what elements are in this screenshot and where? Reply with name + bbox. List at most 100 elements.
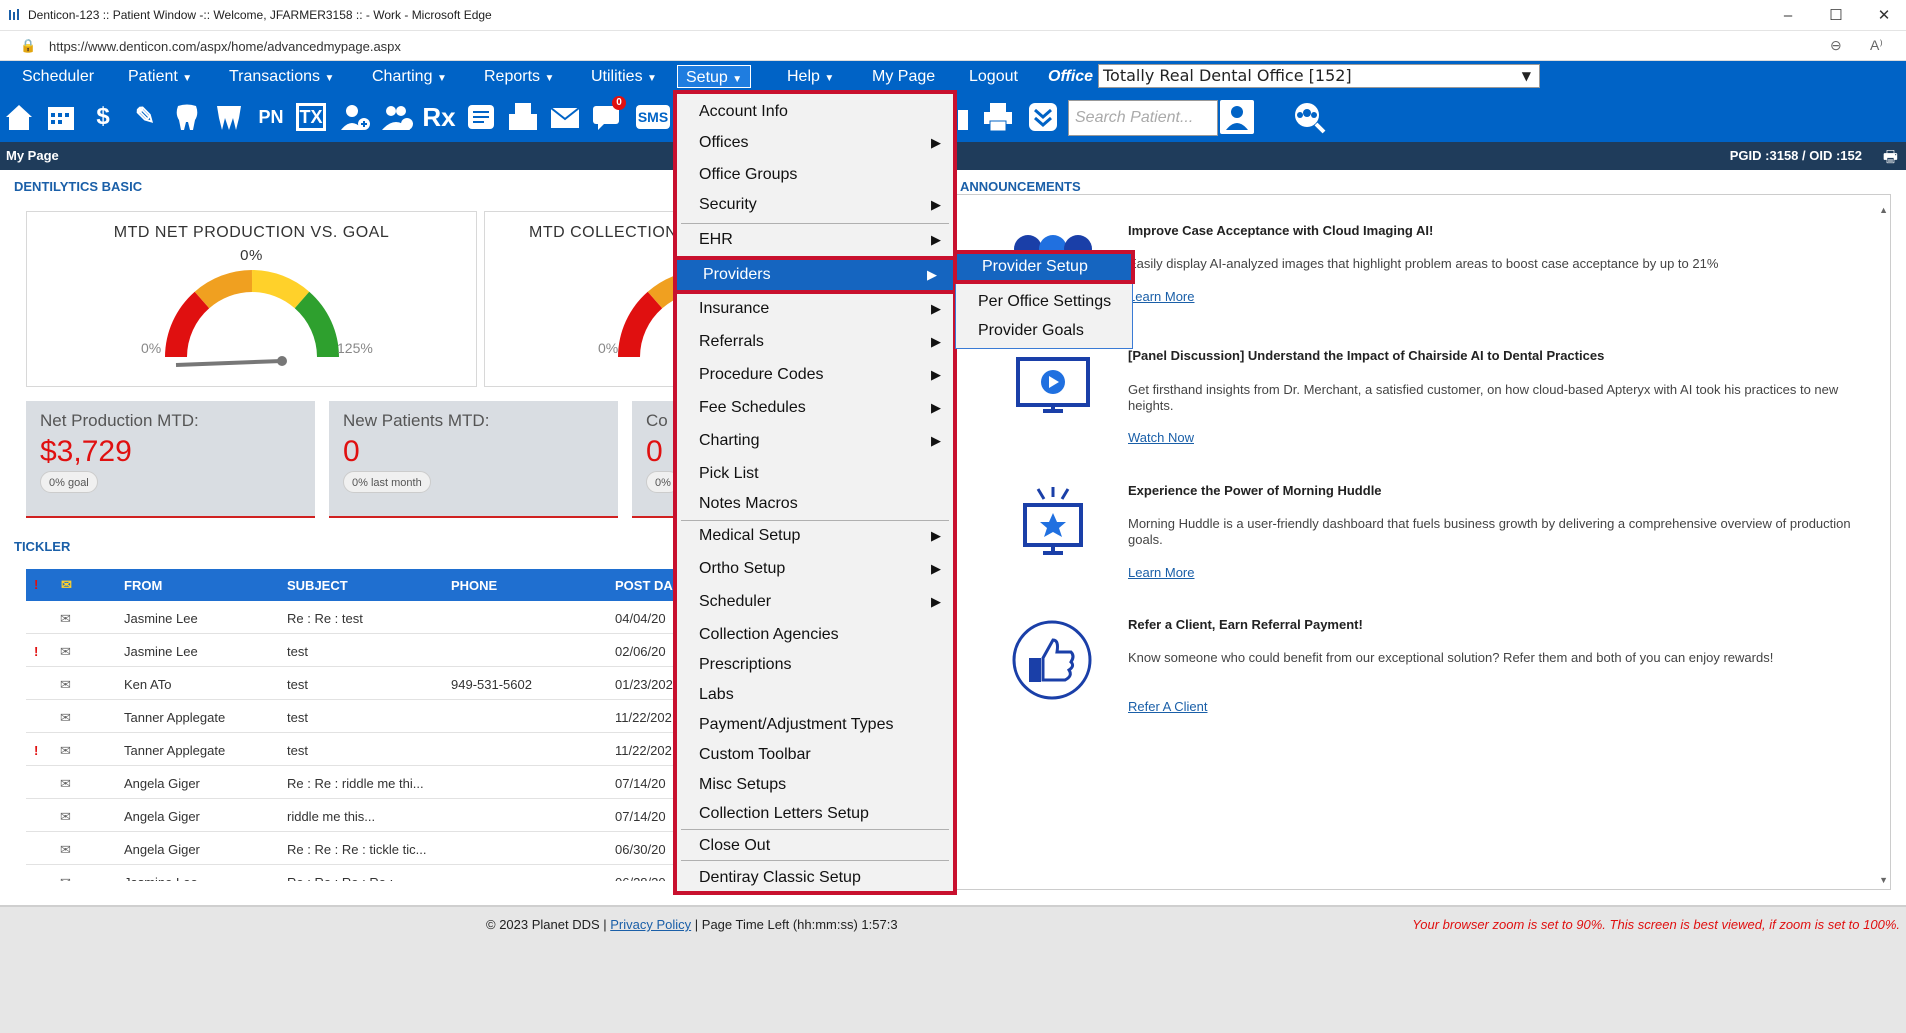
menu-dentiray-classic-setup[interactable]: Dentiray Classic Setup bbox=[677, 863, 953, 893]
zoom-icon[interactable]: ⊖ bbox=[1830, 37, 1842, 54]
menu-security[interactable]: Security ▶ bbox=[677, 190, 953, 220]
nav-my-page[interactable]: My Page bbox=[872, 65, 935, 88]
home-icon[interactable] bbox=[2, 100, 36, 134]
add-family-icon[interactable] bbox=[380, 100, 414, 134]
table-row[interactable]: ✉ Tanner Applegate test 11/22/202 bbox=[26, 700, 676, 733]
document-icon[interactable] bbox=[464, 100, 498, 134]
col-from[interactable]: FROM bbox=[124, 578, 162, 593]
read-aloud-icon[interactable]: A⁾ bbox=[1870, 37, 1883, 54]
menu-notes-macros[interactable]: Notes Macros bbox=[677, 489, 953, 519]
privacy-policy-link[interactable]: Privacy Policy bbox=[610, 917, 691, 932]
menu-referrals[interactable]: Referrals ▶ bbox=[677, 327, 953, 357]
maximize-button[interactable]: ☐ bbox=[1824, 6, 1848, 26]
nav-help[interactable]: Help ▼ bbox=[787, 65, 834, 88]
table-row[interactable]: ✉ Jasmine Lee Re : Re : Re : Re : 06/28/20 bbox=[26, 865, 676, 881]
address-bar[interactable]: 🔒 https://www.denticon.com/aspx/home/adv… bbox=[0, 31, 1906, 61]
table-row[interactable]: ! ✉ Tanner Applegate test 11/22/202 bbox=[26, 733, 676, 766]
nav-utilities[interactable]: Utilities ▼ bbox=[591, 65, 657, 88]
menu-collection-agencies[interactable]: Collection Agencies bbox=[677, 620, 953, 650]
menu-procedure-codes[interactable]: Procedure Codes ▶ bbox=[677, 360, 953, 390]
announcement-link[interactable]: Refer A Client bbox=[1128, 699, 1208, 714]
group-search-icon[interactable] bbox=[1292, 100, 1326, 134]
menu-pick-list[interactable]: Pick List bbox=[677, 459, 953, 489]
menu-charting[interactable]: Charting ▶ bbox=[677, 426, 953, 456]
nav-charting[interactable]: Charting ▼ bbox=[372, 65, 447, 88]
menu-close-out[interactable]: Close Out bbox=[677, 831, 953, 861]
nav-logout[interactable]: Logout bbox=[969, 65, 1018, 88]
cell-date: 07/14/20 bbox=[615, 809, 666, 824]
announcement-link[interactable]: Watch Now bbox=[1128, 430, 1194, 445]
menu-prescriptions[interactable]: Prescriptions bbox=[677, 650, 953, 680]
nav-scheduler[interactable]: Scheduler bbox=[22, 65, 94, 88]
address-url[interactable]: https://www.denticon.com/aspx/home/advan… bbox=[49, 39, 401, 54]
cell-date: 04/04/20 bbox=[615, 611, 666, 626]
email-icon[interactable] bbox=[548, 100, 582, 134]
add-patient-icon[interactable] bbox=[338, 100, 372, 134]
menu-ortho-setup[interactable]: Ortho Setup ▶ bbox=[677, 554, 953, 584]
fax-icon[interactable] bbox=[506, 100, 540, 134]
menu-misc-setups[interactable]: Misc Setups bbox=[677, 770, 953, 800]
submenu-per-office-settings[interactable]: Per Office Settings bbox=[956, 287, 1132, 316]
menu-scheduler[interactable]: Scheduler ▶ bbox=[677, 587, 953, 617]
nav-patient[interactable]: Patient ▼ bbox=[128, 65, 192, 88]
tooth-icon[interactable] bbox=[170, 100, 204, 134]
table-row[interactable]: ✉ Angela Giger Re : Re : riddle me thi... 0… bbox=[26, 766, 676, 799]
table-row[interactable]: ✉ Jasmine Lee Re : Re : test 04/04/20 bbox=[26, 601, 676, 634]
col-phone[interactable]: PHONE bbox=[451, 578, 497, 593]
submenu-provider-goals[interactable]: Provider Goals bbox=[956, 316, 1132, 345]
office-select[interactable]: Totally Real Dental Office [152] ▼ bbox=[1098, 64, 1540, 88]
priority-col-icon: ! bbox=[34, 577, 39, 592]
cell-from: Tanner Applegate bbox=[124, 710, 226, 725]
rx-icon-label: Rx bbox=[422, 102, 456, 132]
minimize-button[interactable]: – bbox=[1776, 6, 1800, 26]
nav-transactions[interactable]: Transactions ▼ bbox=[229, 65, 334, 88]
dollar-icon[interactable]: $ bbox=[86, 100, 120, 134]
announcement-link[interactable]: Learn More bbox=[1128, 565, 1194, 580]
table-row[interactable]: ✉ Angela Giger riddle me this... 07/14/20 bbox=[26, 799, 676, 832]
menu-item-label: Misc Setups bbox=[699, 776, 787, 793]
announcement-link[interactable]: Learn More bbox=[1128, 289, 1194, 304]
menu-fee-schedules[interactable]: Fee Schedules ▶ bbox=[677, 393, 953, 423]
nav-reports[interactable]: Reports ▼ bbox=[484, 65, 554, 88]
scroll-down-arrow[interactable]: ▼ bbox=[1879, 875, 1888, 885]
menu-item-label: Security bbox=[699, 196, 757, 213]
message-icon[interactable]: 0 bbox=[590, 96, 626, 134]
patient-search-icon[interactable] bbox=[1220, 100, 1254, 134]
print-icon[interactable]: 🖶 bbox=[1883, 146, 1898, 173]
calendar-icon[interactable] bbox=[44, 100, 78, 134]
rx-icon[interactable]: Rx bbox=[422, 100, 456, 134]
patient-search-input[interactable]: Search Patient... bbox=[1068, 100, 1218, 136]
announcement-body: Know someone who could benefit from our … bbox=[1128, 650, 1774, 665]
menu-labs[interactable]: Labs bbox=[677, 680, 953, 710]
menu-providers[interactable]: Providers ▶ bbox=[673, 256, 957, 294]
tx-icon[interactable]: TX bbox=[296, 103, 326, 131]
sms-icon[interactable]: SMS bbox=[636, 105, 670, 129]
footer: © 2023 Planet DDS | Privacy Policy | Pag… bbox=[0, 905, 1906, 1033]
menu-offices[interactable]: Offices ▶ bbox=[677, 128, 953, 158]
table-row[interactable]: ! ✉ Jasmine Lee test 02/06/20 bbox=[26, 634, 676, 667]
col-post-date[interactable]: POST DA bbox=[615, 578, 673, 593]
menu-medical-setup[interactable]: Medical Setup ▶ bbox=[677, 521, 953, 551]
close-button[interactable]: ✕ bbox=[1872, 6, 1896, 26]
chevron-double-down-icon[interactable] bbox=[1026, 100, 1060, 134]
menu-insurance[interactable]: Insurance ▶ bbox=[677, 294, 953, 324]
menu-ehr[interactable]: EHR ▶ bbox=[677, 225, 953, 255]
scroll-up-arrow[interactable]: ▲ bbox=[1879, 205, 1888, 215]
menu-payment-adjustment-types[interactable]: Payment/Adjustment Types bbox=[677, 710, 953, 740]
menu-collection-letters-setup[interactable]: Collection Letters Setup bbox=[677, 799, 953, 829]
table-row[interactable]: ✉ Angela Giger Re : Re : Re : tickle tic..… bbox=[26, 832, 676, 865]
stat-pill: 0% goal bbox=[40, 471, 98, 493]
menu-office-groups[interactable]: Office Groups bbox=[677, 160, 953, 190]
teeth-chart-icon[interactable] bbox=[212, 100, 246, 134]
menu-custom-toolbar[interactable]: Custom Toolbar bbox=[677, 740, 953, 770]
pn-icon[interactable]: PN bbox=[254, 100, 288, 134]
col-subject[interactable]: SUBJECT bbox=[287, 578, 348, 593]
edit-note-icon[interactable]: ✎ bbox=[128, 100, 162, 134]
printer-icon[interactable] bbox=[981, 100, 1015, 134]
page-ids: PGID :3158 / OID :152 bbox=[1729, 148, 1862, 163]
gauge-title-production: MTD NET PRODUCTION VS. GOAL bbox=[113, 224, 390, 241]
menu-account-info[interactable]: Account Info bbox=[677, 97, 953, 127]
nav-setup[interactable]: Setup ▼ bbox=[677, 65, 752, 88]
submenu-provider-setup[interactable]: Provider Setup bbox=[953, 250, 1135, 284]
table-row[interactable]: ✉ Ken ATo test 949-531-5602 01/23/202 bbox=[26, 667, 676, 700]
